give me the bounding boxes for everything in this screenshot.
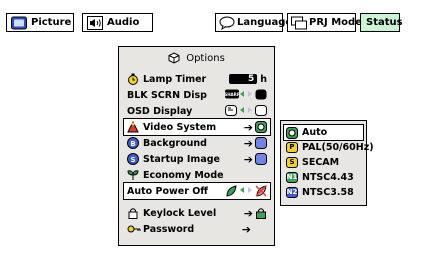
svg-text:S: S — [130, 156, 135, 164]
options-cube-icon — [168, 52, 180, 64]
prj-mode-button[interactable]: PRJ Mode — [287, 13, 362, 32]
menu-item-background[interactable]: B Background ➔ — [124, 135, 270, 151]
status-button[interactable]: Status — [360, 13, 403, 32]
video-system-label: Video System — [143, 121, 217, 133]
options-menu: Options Lamp Timer 5 h BLK SCRN Disp SHA… — [118, 46, 275, 246]
video-option-label: SECAM — [302, 157, 340, 168]
background-icon: B — [127, 137, 139, 149]
svg-text:SHARP: SHARP — [225, 92, 239, 97]
ntsc443-badge-icon: N1 — [286, 172, 298, 183]
speaker-icon — [87, 15, 103, 30]
blue-screen-icon — [255, 137, 267, 149]
power-off-icon — [255, 185, 267, 197]
speech-bubble-icon — [219, 16, 235, 30]
audio-label: Audio — [107, 17, 140, 28]
picture-label: Picture — [31, 17, 72, 28]
lamp-timer-value: 5 — [229, 74, 258, 84]
menu-item-blk-scrn-disp[interactable]: BLK SCRN Disp SHARP — [124, 87, 270, 103]
secam-badge-icon: S — [286, 157, 298, 168]
key-icon — [127, 223, 141, 235]
toggle-arrows-icon — [239, 185, 253, 198]
menu-title-label: Options — [186, 52, 225, 64]
language-label: Language — [237, 17, 293, 28]
blk-scrn-label: BLK SCRN Disp — [127, 89, 207, 101]
ntsc358-badge-icon: N2 — [286, 187, 298, 198]
video-system-submenu: Auto P PAL(50/60Hz) S SECAM N1 NTSC4.43 … — [280, 120, 374, 206]
background-label: Background — [143, 137, 207, 149]
power-on-leaf-icon — [225, 185, 237, 197]
black-screen-icon — [255, 89, 267, 101]
video-option-ntsc443[interactable]: N1 NTSC4.43 — [284, 170, 363, 185]
menu-item-password[interactable]: Password ➔ — [124, 221, 270, 237]
osd-off-icon — [255, 105, 267, 117]
toggle-arrows-icon — [239, 89, 253, 102]
video-option-auto[interactable]: Auto — [283, 124, 364, 141]
startup-image-label: Startup Image — [143, 153, 220, 165]
auto-power-off-label: Auto Power Off — [127, 185, 208, 197]
osd-on-icon — [225, 105, 237, 117]
keylock-level-label: Keylock Level — [143, 207, 217, 219]
picture-button[interactable]: Picture — [6, 13, 74, 32]
lamp-timer-unit: h — [260, 73, 267, 85]
lamp-timer-icon — [127, 73, 139, 85]
pal-badge-icon: P — [286, 142, 298, 153]
arrow-right-icon: ➔ — [241, 222, 251, 236]
video-option-label: Auto — [302, 127, 328, 138]
status-label: Status — [366, 17, 403, 28]
arrow-right-icon: ➔ — [243, 136, 253, 150]
video-option-label: NTSC4.43 — [302, 172, 354, 183]
language-button[interactable]: Language — [215, 13, 292, 32]
arrow-right-icon: ➔ — [243, 120, 253, 134]
startup-screen-icon — [255, 153, 267, 165]
video-option-secam[interactable]: S SECAM — [284, 155, 363, 170]
menu-item-video-system[interactable]: Video System ➔ — [123, 118, 271, 136]
menu-item-keylock-level[interactable]: Keylock Level ➔ — [124, 205, 270, 221]
sharp-logo-icon: SHARP — [224, 89, 240, 101]
toggle-arrows-icon — [239, 105, 253, 118]
auto-icon — [286, 126, 298, 139]
arrow-right-icon: ➔ — [243, 152, 253, 166]
auto-icon — [255, 121, 267, 133]
economy-mode-label: Economy Mode — [143, 169, 224, 181]
osd-display-label: OSD Display — [127, 105, 193, 117]
projector-icon — [291, 16, 307, 30]
audio-button[interactable]: Audio — [82, 13, 153, 32]
svg-text:B: B — [130, 140, 135, 148]
lamp-timer-label: Lamp Timer — [143, 73, 207, 85]
video-option-label: PAL(50/60Hz) — [302, 142, 374, 153]
keylock-icon — [127, 207, 139, 219]
economy-leaf-icon — [127, 169, 139, 181]
arrow-right-icon: ➔ — [243, 206, 253, 220]
video-option-ntsc358[interactable]: N2 NTSC3.58 — [284, 185, 363, 200]
password-label: Password — [143, 223, 195, 235]
video-option-label: NTSC3.58 — [302, 187, 354, 198]
menu-item-osd-display[interactable]: OSD Display — [124, 103, 270, 119]
prj-mode-label: PRJ Mode — [309, 17, 362, 28]
menu-item-economy-mode[interactable]: Economy Mode — [124, 167, 270, 183]
menu-item-auto-power-off[interactable]: Auto Power Off — [123, 182, 271, 200]
startup-image-icon: S — [127, 153, 139, 165]
menu-item-startup-image[interactable]: S Startup Image ➔ — [124, 151, 270, 167]
video-system-icon — [127, 120, 139, 133]
video-option-pal[interactable]: P PAL(50/60Hz) — [284, 140, 374, 155]
picture-icon — [11, 16, 27, 30]
menu-item-lamp-timer[interactable]: Lamp Timer 5 h — [124, 71, 270, 87]
lock-level-icon — [255, 207, 267, 219]
menu-title: Options — [119, 49, 274, 67]
